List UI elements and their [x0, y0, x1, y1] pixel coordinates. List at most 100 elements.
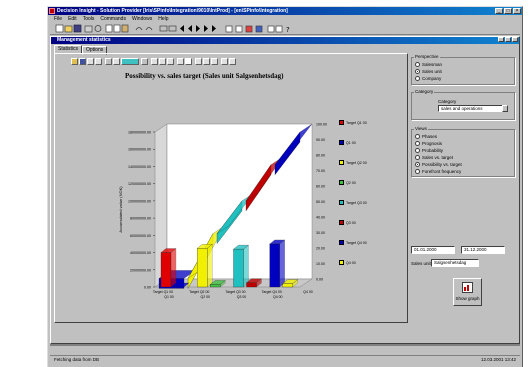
radio-icon[interactable]: [415, 148, 420, 153]
sales-unit-field[interactable]: Salgsenhetsdag: [431, 259, 479, 267]
previous-record-icon[interactable]: [188, 25, 192, 32]
list-icon[interactable]: [275, 25, 283, 33]
menu-edit[interactable]: Edit: [68, 16, 77, 23]
print-chart-icon[interactable]: [87, 58, 94, 65]
last-record-icon[interactable]: [204, 25, 208, 32]
view-option-forefront-frequency[interactable]: Forefront frequency: [415, 169, 461, 174]
menu-commands[interactable]: Commands: [100, 16, 126, 23]
data-grid-icon[interactable]: [185, 58, 192, 65]
sort-icon[interactable]: [168, 25, 177, 32]
right-tick-label: 20.00: [316, 247, 325, 251]
palette-icon[interactable]: [221, 58, 228, 65]
radio-icon[interactable]: [415, 76, 420, 81]
radio-icon[interactable]: [415, 155, 420, 160]
zoom-icon[interactable]: [195, 58, 202, 65]
chart-3d-icon[interactable]: [113, 58, 120, 65]
view-option-possibility-vs-target[interactable]: Possibility vs. target: [415, 162, 462, 167]
radio-icon[interactable]: [415, 62, 420, 67]
legend-label: Target Q1 00: [346, 120, 367, 125]
document-icon[interactable]: [225, 25, 233, 33]
minimize-button[interactable]: _: [495, 8, 503, 14]
perspective-group: Perspective Salesman Sales unit Company: [411, 54, 515, 85]
filter-icon[interactable]: [159, 25, 168, 32]
redo-icon[interactable]: [145, 27, 153, 31]
radio-icon[interactable]: [415, 141, 420, 146]
radio-icon[interactable]: [415, 134, 420, 139]
axis-icon[interactable]: [211, 58, 218, 65]
x-tick-label: Target Q2 00: [189, 290, 209, 294]
dropdown-arrow-icon[interactable]: [141, 58, 148, 65]
close-button[interactable]: ×: [513, 8, 521, 14]
rotate-icon[interactable]: [177, 58, 184, 65]
perspective-option-salesman[interactable]: Salesman: [415, 62, 442, 67]
perspective-option-company[interactable]: Company: [415, 76, 441, 81]
calendar-icon[interactable]: [255, 25, 263, 33]
help-icon[interactable]: ?: [286, 26, 290, 34]
paste-icon[interactable]: [121, 24, 129, 33]
view-option-probability[interactable]: Probability: [415, 148, 443, 153]
radio-selected-icon[interactable]: [415, 162, 420, 167]
x-tick-label: Target Q3 00: [225, 290, 245, 294]
legend-swatch: [339, 240, 344, 245]
show-graph-button[interactable]: Show graph: [453, 278, 482, 306]
show-graph-label: Show graph: [455, 296, 480, 301]
y-tick-label: 80000000.00: [130, 217, 151, 221]
open-chart-icon[interactable]: [71, 58, 78, 65]
view-option-phases[interactable]: Phases: [415, 134, 437, 139]
view-option-prognosis[interactable]: Prognosis: [415, 141, 442, 146]
legend-label: Q1 00: [346, 140, 356, 145]
views-group: Views Phases Prognosis Probability Sales…: [411, 126, 515, 177]
legend-item: Target Q4 00: [339, 240, 367, 245]
save-icon[interactable]: [73, 24, 82, 33]
print-icon[interactable]: [84, 25, 93, 33]
perspective-option-sales-unit[interactable]: Sales unit: [415, 69, 442, 74]
maximize-button[interactable]: □: [504, 8, 512, 14]
menu-file[interactable]: File: [54, 16, 62, 23]
radio-selected-icon[interactable]: [415, 69, 420, 74]
dropdown-arrow-icon[interactable]: [502, 105, 508, 112]
undo-icon[interactable]: [135, 27, 143, 31]
child-maximize-button[interactable]: [505, 37, 511, 42]
titles-icon[interactable]: [167, 58, 174, 65]
legend-swatch: [339, 260, 344, 265]
right-tick-label: 60.00: [316, 185, 325, 189]
copy-icon[interactable]: [113, 24, 121, 33]
y-tick-label: 160000000.00: [128, 148, 151, 152]
next-record-icon[interactable]: [196, 25, 200, 32]
gridlines-icon[interactable]: [151, 58, 158, 65]
forward-icon[interactable]: [212, 25, 216, 32]
x-subtick-label: Q2 00: [200, 295, 210, 299]
legend-swatch: [339, 200, 344, 205]
preview-icon[interactable]: [94, 25, 102, 32]
cut-icon[interactable]: [105, 24, 113, 33]
statistics-panel: Possibility vs. sales target (Sales unit…: [54, 53, 408, 323]
new-file-icon[interactable]: [55, 24, 64, 33]
chart-type-icon[interactable]: [105, 58, 112, 65]
grid-icon[interactable]: [267, 25, 275, 33]
x-tick-label: Target Q1 00: [153, 290, 173, 294]
legend-icon[interactable]: [159, 58, 166, 65]
view-option-sales-vs-target[interactable]: Sales vs. target: [415, 155, 453, 160]
alert-icon[interactable]: [245, 25, 253, 33]
first-record-icon[interactable]: [180, 25, 184, 32]
chart-help-icon[interactable]: [229, 58, 236, 65]
category-select[interactable]: sales and operations: [438, 105, 504, 112]
menu-windows[interactable]: Windows: [132, 16, 152, 23]
date-from-field[interactable]: 01.01.2000: [411, 246, 455, 254]
graph-icon: [462, 282, 473, 293]
font-icon[interactable]: [203, 58, 210, 65]
report-icon[interactable]: [235, 25, 243, 33]
copy-chart-icon[interactable]: [95, 58, 102, 65]
menu-help[interactable]: Help: [158, 16, 168, 23]
open-folder-icon[interactable]: [64, 25, 73, 33]
date-to-field[interactable]: 31.12.2000: [461, 246, 505, 254]
x-tick-label: Target Q4 00: [262, 290, 282, 294]
y-axis-label: Accumulated value (NOK): [118, 186, 123, 233]
radio-icon[interactable]: [415, 169, 420, 174]
color-picker[interactable]: [121, 58, 139, 65]
right-tick-label: 80.00: [316, 154, 325, 158]
menu-tools[interactable]: Tools: [83, 16, 95, 23]
child-minimize-button[interactable]: [498, 37, 504, 42]
child-close-button[interactable]: [512, 37, 518, 42]
save-chart-icon[interactable]: [79, 58, 86, 65]
